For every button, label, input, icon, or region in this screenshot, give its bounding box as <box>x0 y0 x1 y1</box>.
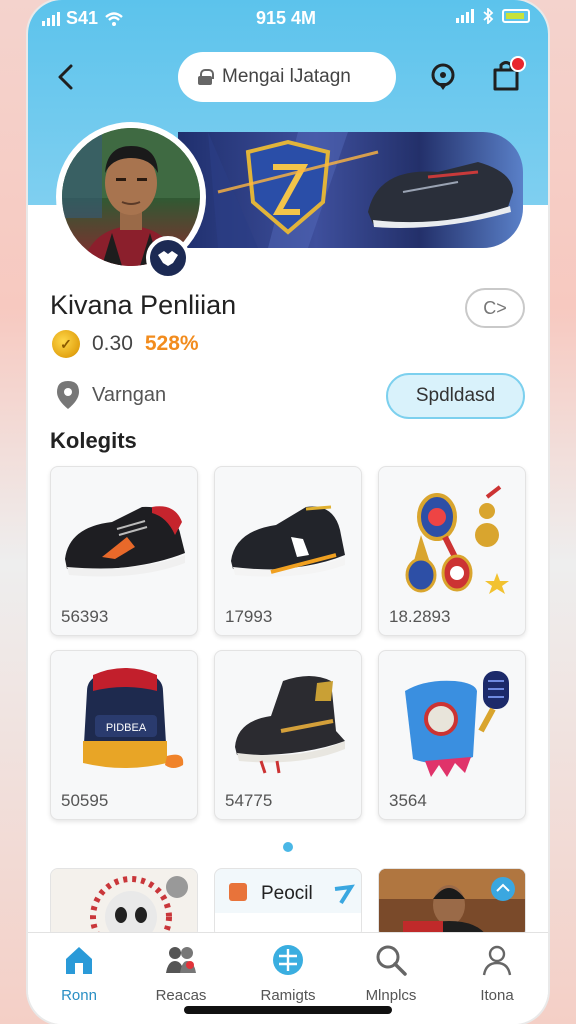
action-label: Spdldasd <box>415 385 496 406</box>
tab-grid[interactable]: Ramigts <box>243 943 333 1004</box>
bluetooth-icon <box>483 8 494 24</box>
home-indicator <box>184 1006 392 1014</box>
tab-home[interactable]: Ronn <box>34 943 124 1004</box>
location-label: Varngan <box>92 383 167 406</box>
tab-home-label: Ronn <box>61 987 97 1004</box>
profile-banner <box>178 132 523 248</box>
tab-community-label: Reacas <box>155 987 207 1004</box>
section-title: Kolegits <box>50 428 137 453</box>
item-value: 18.2893 <box>389 607 451 626</box>
bag-and-microphone-image <box>405 671 509 777</box>
back-icon[interactable] <box>52 62 82 92</box>
person-photo-image <box>379 869 525 937</box>
tab-profile-label: Itona <box>480 987 514 1004</box>
sneaker-black-white-image <box>231 505 345 577</box>
person-icon <box>482 945 512 976</box>
home-icon <box>66 947 92 974</box>
verified-badge <box>146 236 190 280</box>
cart-badge <box>510 56 526 72</box>
cart-button[interactable] <box>490 56 526 92</box>
item-value: 17993 <box>225 607 273 626</box>
medals-ribbons-image <box>405 485 509 594</box>
status-bar: S41 915 4M <box>28 0 548 36</box>
tab-grid-label: Ramigts <box>260 987 316 1004</box>
status-time: 915 4M <box>256 8 317 28</box>
item-value: 3564 <box>389 791 427 810</box>
grid-icon <box>273 945 303 975</box>
nav-row: Mengai lJatagn <box>28 50 548 106</box>
item-value: 56393 <box>61 607 109 626</box>
location-row: Varngan <box>56 380 166 410</box>
promo-row: Peocil <box>50 868 528 938</box>
tab-search-label: Mlnplcs <box>365 987 417 1004</box>
item-card[interactable]: 17993 <box>214 466 362 636</box>
profile-name: Kivana Penliian <box>50 290 237 320</box>
action-button[interactable]: Spdldasd <box>386 373 525 419</box>
status-left: S41 <box>42 8 124 29</box>
item-card[interactable]: PIDBEA 50595 <box>50 650 198 820</box>
location-pin-icon[interactable] <box>428 62 458 92</box>
battery-icon <box>502 9 530 23</box>
promo-label: Peocil <box>261 883 313 904</box>
search-text: Mengai lJatagn <box>222 66 351 87</box>
lock-icon <box>198 69 214 85</box>
coin-value: 0.30 <box>92 332 133 355</box>
handshake-icon <box>158 251 178 266</box>
page-indicator-dot[interactable] <box>283 842 293 852</box>
promo-card[interactable] <box>378 868 526 938</box>
tab-search[interactable]: Mlnplcs <box>346 943 436 1004</box>
share-button[interactable]: C> <box>465 288 525 328</box>
map-pin-icon <box>57 381 79 409</box>
promo-card[interactable] <box>50 868 198 938</box>
backpack-image: PIDBEA <box>83 668 184 768</box>
item-card[interactable]: 56393 <box>50 466 198 636</box>
carrier-label: S41 <box>66 8 99 28</box>
search-bar[interactable]: Mengai lJatagn <box>178 52 396 102</box>
wifi-icon <box>105 11 123 26</box>
tab-profile[interactable]: Itona <box>452 943 542 1004</box>
banner-art <box>208 132 513 248</box>
svg-text:PIDBEA: PIDBEA <box>106 722 147 734</box>
community-icon <box>166 947 196 973</box>
item-value: 50595 <box>61 791 109 810</box>
coin-row: ✓ 0.30 528% <box>52 330 199 358</box>
status-right <box>456 8 530 24</box>
item-card[interactable]: 54775 <box>214 650 362 820</box>
search-icon <box>376 945 407 976</box>
tab-community[interactable]: Reacas <box>136 943 226 1004</box>
item-card[interactable]: 18.2893 <box>378 466 526 636</box>
panda-sticker-image <box>51 869 197 937</box>
item-value: 54775 <box>225 791 273 810</box>
phone-screen: S41 915 4M Mengai lJatagn Kivana Penliia… <box>28 0 548 1024</box>
share-label: C> <box>483 297 507 318</box>
item-card[interactable]: 3564 <box>378 650 526 820</box>
high-top-sneaker-image <box>235 676 345 774</box>
sneaker-red-black-image <box>65 506 185 577</box>
cell-signal-icon <box>456 9 474 23</box>
coin-icon: ✓ <box>52 330 80 358</box>
signal-icon <box>42 11 60 26</box>
coin-percent: 528% <box>144 332 199 355</box>
promo-card[interactable]: Peocil <box>214 868 362 938</box>
